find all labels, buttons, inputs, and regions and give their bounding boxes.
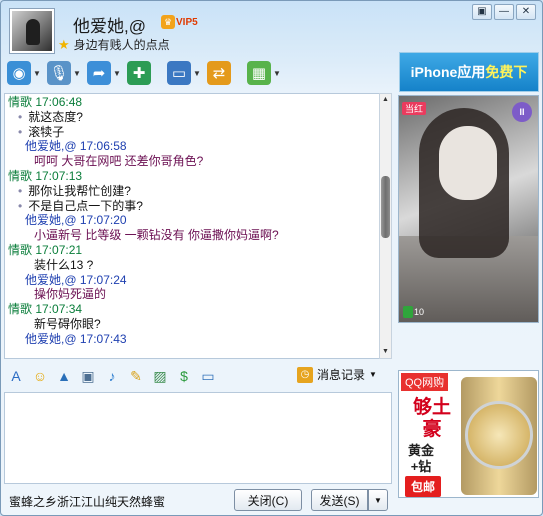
message-body: • 就这态度? bbox=[8, 110, 379, 125]
message-text: 滚犊子 bbox=[28, 124, 65, 139]
message-body: 操你妈死逼的 bbox=[34, 287, 107, 302]
message-header: 他爱她,@ 17:07:43 bbox=[25, 331, 127, 346]
message-body: 呵呵 大哥在网吧 还差你哥角色? bbox=[34, 154, 204, 169]
contact-photo-panel[interactable]: 当红 II 10 bbox=[398, 95, 539, 323]
chevron-down-icon[interactable]: ▼ bbox=[33, 69, 41, 78]
message-text: 不是自己点一下的事? bbox=[28, 198, 143, 213]
pause-button[interactable]: II bbox=[512, 102, 532, 122]
contact-avatar[interactable] bbox=[9, 8, 55, 54]
chat-scrollbar[interactable]: ▲ ▼ bbox=[379, 93, 392, 359]
iphone-app-ad[interactable]: iPhone应用 免费下 bbox=[399, 52, 539, 92]
contact-name[interactable]: 他爱她,@ bbox=[73, 12, 146, 37]
bullet-icon: • bbox=[18, 183, 23, 198]
iphone-ad-text: iPhone应用 bbox=[410, 64, 486, 80]
new-message-button[interactable]: ✚ bbox=[125, 59, 163, 87]
font-icon[interactable]: A bbox=[6, 366, 26, 386]
iphone-ad-highlight: 免费下 bbox=[485, 64, 528, 80]
like-count-value: 10 bbox=[414, 307, 425, 317]
photo-badge: 当红 bbox=[402, 102, 427, 115]
crown-icon: ♛ bbox=[161, 15, 175, 29]
window-controls: ▣ — ✕ bbox=[472, 4, 536, 20]
message-body: 装什么13 ? bbox=[34, 257, 94, 272]
remote-desktop-icon: ▭ bbox=[167, 61, 191, 85]
shake-icon[interactable]: ▲ bbox=[54, 366, 74, 386]
message-record-button[interactable]: ◷ 消息记录 ▼ bbox=[297, 366, 377, 383]
qq-shopping-ad[interactable]: QQ网购 够土豪 黄金+钻 包邮 bbox=[398, 370, 539, 498]
message-text: 就这态度? bbox=[28, 109, 83, 124]
skin-button[interactable]: ▣ bbox=[472, 4, 492, 20]
music-icon[interactable]: $ bbox=[174, 366, 194, 386]
message-header: 情歌 17:07:13 bbox=[8, 168, 83, 183]
bullet-icon: • bbox=[18, 198, 23, 213]
vip-badge[interactable]: ♛ VIP5 bbox=[161, 14, 198, 30]
chevron-down-icon[interactable]: ▼ bbox=[73, 69, 81, 78]
message-header: 他爱她,@ 17:07:20 bbox=[25, 213, 127, 228]
thumbs-up-icon bbox=[403, 306, 413, 318]
screen-capture-icon[interactable]: ▭ bbox=[198, 366, 218, 386]
bullet-icon: • bbox=[18, 124, 23, 139]
message-body: • 滚犊子 bbox=[8, 125, 379, 140]
voice-call-icon: 🎙 bbox=[47, 61, 71, 85]
chat-window: 他爱她,@ ♛ VIP5 ★ 身边有贱人的点点 ▣ — ✕ ◉ ▼ 🎙 ▼ ➦ ▼ ✚ ▭ ▼ ⇄… bbox=[0, 0, 543, 516]
message-body: 新号碍你眼? bbox=[34, 316, 101, 331]
scroll-up-arrow-icon[interactable]: ▲ bbox=[380, 94, 391, 106]
like-count[interactable]: 10 bbox=[403, 306, 424, 318]
main-toolbar: ◉ ▼ 🎙 ▼ ➦ ▼ ✚ ▭ ▼ ⇄ ▦ ▼ bbox=[5, 57, 395, 89]
send-options-chevron-icon[interactable]: ▼ bbox=[368, 489, 388, 511]
free-shipping-button[interactable]: 包邮 bbox=[405, 476, 442, 497]
message-input[interactable] bbox=[4, 392, 392, 484]
history-icon: ◷ bbox=[297, 366, 313, 383]
ad-subline: 黄金+钻 bbox=[407, 443, 434, 474]
star-icon: ★ bbox=[58, 36, 70, 52]
voice-message-icon[interactable]: ♪ bbox=[102, 366, 122, 386]
message-body: • 那你让我帮忙创建? bbox=[8, 184, 379, 199]
voice-call-button[interactable]: 🎙 ▼ bbox=[45, 59, 83, 87]
handwriting-icon[interactable]: ✎ bbox=[126, 366, 146, 386]
send-button[interactable]: 发送(S) bbox=[311, 489, 368, 511]
chevron-down-icon[interactable]: ▼ bbox=[273, 69, 281, 78]
message-record-label: 消息记录 bbox=[317, 368, 366, 382]
apps-icon: ▦ bbox=[247, 61, 271, 85]
vip-label: VIP5 bbox=[176, 16, 198, 28]
close-button[interactable]: 关闭(C) bbox=[234, 489, 302, 511]
file-transfer-button[interactable]: ➦ ▼ bbox=[85, 59, 123, 87]
status-text: 蜜蜂之乡浙江江山纯天然蜂蜜 bbox=[9, 495, 166, 509]
file-transfer-icon: ➦ bbox=[87, 61, 111, 85]
chevron-down-icon: ▼ bbox=[369, 370, 377, 379]
qq-shopping-tag: QQ网购 bbox=[401, 373, 449, 391]
watch-face bbox=[465, 401, 533, 469]
message-header: 他爱她,@ 17:06:58 bbox=[25, 139, 127, 154]
new-message-icon: ✚ bbox=[127, 61, 151, 85]
video-call-icon: ◉ bbox=[7, 61, 31, 85]
chevron-down-icon[interactable]: ▼ bbox=[193, 69, 201, 78]
message-header: 他爱她,@ 17:07:24 bbox=[25, 272, 127, 287]
screenshot-icon[interactable]: ▨ bbox=[150, 366, 170, 386]
share-screen-button[interactable]: ⇄ bbox=[205, 59, 243, 87]
minimize-button[interactable]: — bbox=[494, 4, 514, 20]
ad-headline: 够土豪 bbox=[412, 397, 451, 440]
message-body: • 不是自己点一下的事? bbox=[8, 199, 379, 214]
close-window-button[interactable]: ✕ bbox=[516, 4, 536, 20]
remote-desktop-button[interactable]: ▭ ▼ bbox=[165, 59, 203, 87]
video-message-icon[interactable]: ▣ bbox=[78, 366, 98, 386]
contact-signature: ★ 身边有贱人的点点 bbox=[58, 36, 170, 53]
scroll-down-arrow-icon[interactable]: ▼ bbox=[380, 346, 391, 358]
message-header: 情歌 17:07:21 bbox=[8, 242, 83, 257]
chat-transcript[interactable]: 情歌 17:06:48 • 就这态度? • 滚犊子 他爱她,@ 17:06:58 呵呵 大哥… bbox=[4, 93, 380, 359]
chevron-down-icon[interactable]: ▼ bbox=[113, 69, 121, 78]
message-text: 那你让我帮忙创建? bbox=[28, 183, 131, 198]
emoji-icon[interactable]: ☺ bbox=[30, 366, 50, 386]
scroll-thumb[interactable] bbox=[381, 176, 390, 238]
message-header: 情歌 17:06:48 bbox=[8, 95, 83, 109]
message-header: 情歌 17:07:34 bbox=[8, 302, 83, 317]
apps-button[interactable]: ▦ ▼ bbox=[245, 59, 283, 87]
video-call-button[interactable]: ◉ ▼ bbox=[5, 59, 43, 87]
share-screen-icon: ⇄ bbox=[207, 61, 231, 85]
bullet-icon: • bbox=[18, 109, 23, 124]
message-body: 小逼新号 比等级 一颗钻没有 你逼撒你妈逼啊? bbox=[34, 228, 279, 243]
signature-text: 身边有贱人的点点 bbox=[73, 38, 170, 52]
